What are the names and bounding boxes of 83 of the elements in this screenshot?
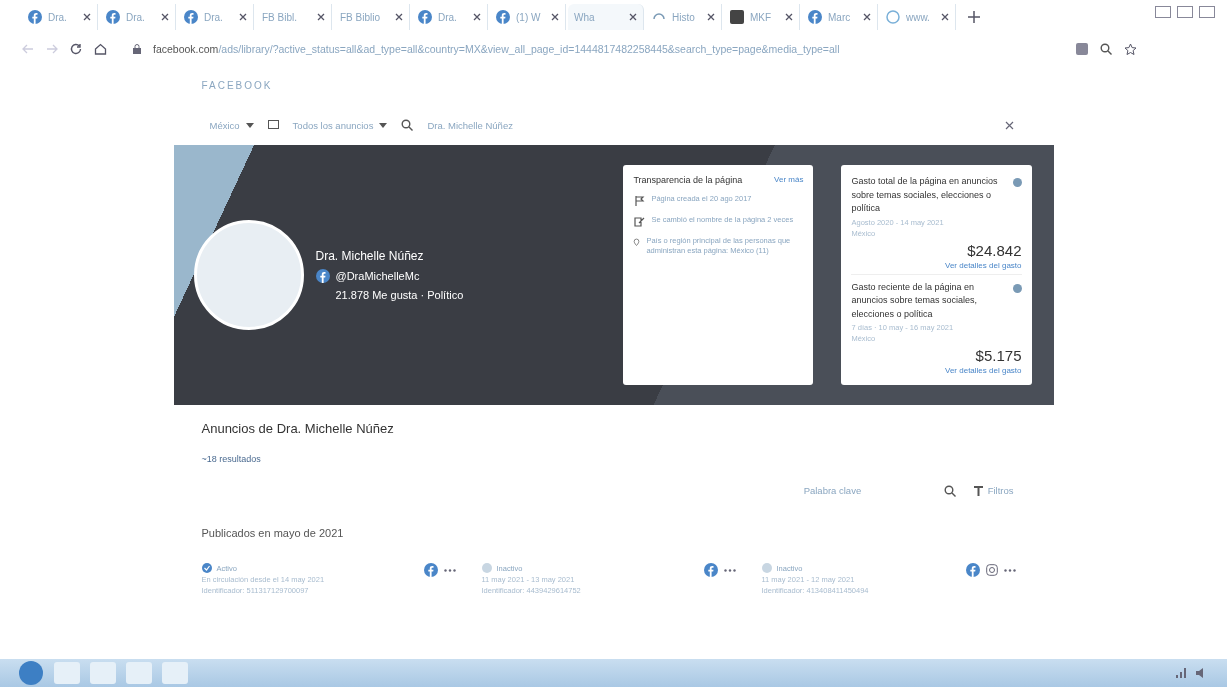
info-icon[interactable] [1012,178,1022,187]
browser-tab[interactable]: Dra. [178,4,254,30]
close-icon[interactable] [707,13,715,21]
facebook-icon [315,269,330,283]
spend-title: Gasto reciente de la página en anuncios sobre temas sociales, elecciones o política [851,280,979,321]
pin-icon [633,236,641,248]
flag-icon [633,194,646,206]
edit-icon [633,215,646,227]
browser-tab[interactable]: FB Bibl. [256,4,332,30]
facebook-icon [106,10,120,24]
search-icon[interactable] [1100,43,1112,55]
app-icon [730,10,744,24]
minimize-icon[interactable] [1155,6,1171,18]
close-icon[interactable] [473,13,481,21]
facebook-icon [703,563,718,577]
instagram-icon [985,564,998,576]
close-icon[interactable] [161,13,169,21]
clear-icon[interactable] [1004,120,1014,130]
network-icon[interactable] [1175,667,1187,679]
results-heading: Anuncios de Dra. Michelle Núñez [201,421,395,436]
facebook-wordmark[interactable]: FACEBOOK [201,80,1054,91]
browser-tab[interactable]: Dra. [100,4,176,30]
facebook-icon [423,563,438,577]
start-orb-icon[interactable] [18,660,44,686]
more-icon[interactable] [1003,568,1016,572]
ad-icon [267,120,279,130]
spend-title: Gasto total de la página en anuncios sobre temas sociales, elecciones o política [851,175,999,215]
facebook-icon [965,563,980,577]
lock-icon [133,44,141,54]
close-icon[interactable] [317,13,325,21]
search-query[interactable]: Dra. Michelle Núñez [427,119,513,131]
country-dropdown[interactable]: México [209,119,240,131]
spend-details-link[interactable]: Ver detalles del gasto [851,366,1022,375]
browser-tab[interactable]: FB Biblio [334,4,410,30]
browser-tab[interactable]: Histo [646,4,722,30]
facebook-icon [496,10,510,24]
browser-tab[interactable]: Dra. [22,4,98,30]
filter-icon [973,485,983,496]
info-icon[interactable] [1012,283,1022,293]
facebook-icon [28,10,42,24]
facebook-icon [184,10,198,24]
see-more-link[interactable]: Ver más [774,175,804,185]
search-icon[interactable] [401,119,414,131]
card-title: Transparencia de la página [633,175,743,185]
search-icon[interactable] [943,484,956,497]
new-tab-icon[interactable] [968,11,980,23]
filters-button[interactable]: Filtros [987,485,1014,496]
close-icon[interactable] [395,13,403,21]
results-count: ~18 resultados [201,454,262,464]
maximize-icon[interactable] [1177,6,1193,18]
close-icon[interactable] [239,13,247,21]
close-icon[interactable] [629,13,637,21]
home-icon[interactable] [94,43,107,55]
facebook-icon [418,10,432,24]
browser-tab[interactable]: Dra. [412,4,488,30]
facebook-icon [808,10,822,24]
close-icon[interactable] [863,13,871,21]
page-handle[interactable]: @DraMichelleMc [335,270,420,282]
reload-icon[interactable] [70,43,82,55]
spend-details-link[interactable]: Ver detalles del gasto [851,260,1022,270]
spend-amount: $24.842 [966,241,1022,259]
globe-icon [886,10,900,24]
close-icon[interactable] [551,13,559,21]
page-stats: 21.878 Me gusta · Político [334,289,465,301]
browser-tab[interactable]: Marc [802,4,878,30]
more-icon[interactable] [443,568,456,572]
browser-tab[interactable]: www. [880,4,956,30]
ad-type-dropdown[interactable]: Todos los anuncios [292,119,374,131]
address-bar-url[interactable]: facebook.com/ads/library/?active_status=all&ad_type=all&country=MX&view_all_page_id=1444817482258445&search_type=page&media_type=all [153,43,840,55]
more-icon[interactable] [723,568,736,572]
browser-tab[interactable]: (1) W [490,4,566,30]
close-icon[interactable] [83,13,91,21]
spend-amount: $5.175 [974,347,1022,364]
star-icon[interactable] [1124,42,1137,56]
browser-tab[interactable]: Wha [568,4,644,30]
caret-icon[interactable] [379,122,388,128]
caret-icon[interactable] [245,122,254,128]
browser-tab[interactable]: MKF [724,4,800,30]
page-name: Dra. Michelle Núñez [315,249,425,263]
section-heading: Publicados en mayo de 2021 [201,527,345,539]
close-window-icon[interactable] [1199,6,1215,18]
close-icon[interactable] [941,13,949,21]
close-icon[interactable] [785,13,793,21]
